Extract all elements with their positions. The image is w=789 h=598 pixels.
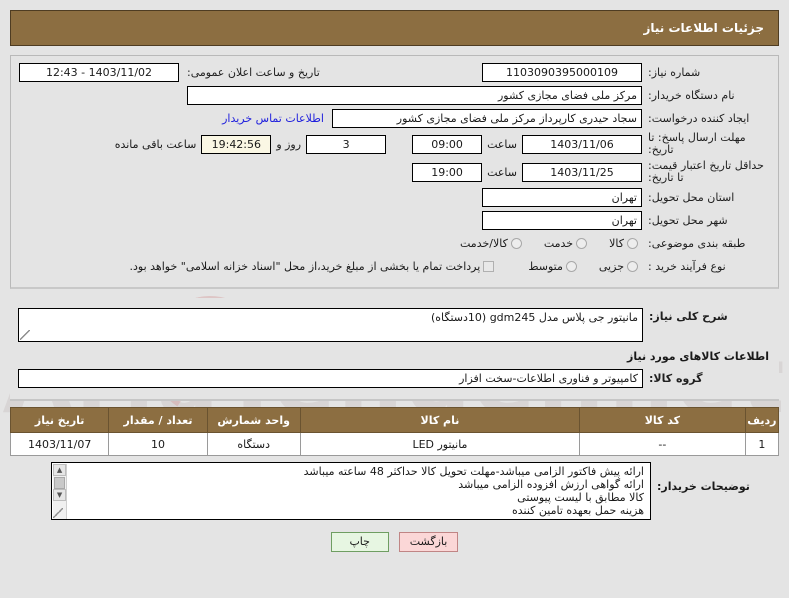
countdown-days[interactable]: 3 (306, 134, 387, 154)
buyer-contact-link[interactable]: اطلاعات تماس خریدار (214, 112, 332, 125)
goods-section-title: اطلاعات کالاهای مورد نیاز (627, 350, 769, 363)
purchase-process-option-motavaset[interactable]: متوسط (528, 260, 581, 273)
checkbox-icon[interactable] (483, 261, 495, 272)
delivery-city-label: شهر محل تحویل: (648, 214, 728, 227)
description-label: شرح کلی نیاز: (649, 310, 728, 323)
cell-name: مانیتور LED (299, 432, 581, 456)
notes-line-1: ارائه گواهی ارزش افزوده الزامی میباشد (458, 478, 644, 491)
goods-table-wrap: ردیف کد کالا نام کالا واحد شمارش تعداد /… (9, 407, 780, 456)
radio-icon[interactable] (565, 261, 577, 272)
subject-category-option-2-label: کالا/خدمت (460, 237, 508, 250)
response-deadline-time[interactable]: 09:00 (412, 134, 483, 154)
goods-table: ردیف کد کالا نام کالا واحد شمارش تعداد /… (9, 407, 780, 456)
requester-label: ایجاد کننده درخواست: (648, 112, 750, 125)
th-qty: تعداد / مقدار (108, 407, 208, 433)
th-date: تاریخ نیاز (9, 407, 110, 433)
countdown-clock: 19:42:56 (201, 134, 272, 154)
th-name: نام کالا (299, 407, 581, 433)
row-price-validity: حداقل تاریخ اعتبار قیمت: تا تاریخ: 1403/… (19, 160, 770, 184)
print-button[interactable]: چاپ (330, 532, 389, 552)
back-button[interactable]: بازگشت (398, 532, 459, 552)
radio-icon[interactable] (627, 261, 638, 272)
row-description: شرح کلی نیاز: مانیتور جی پلاس مدل gdm245… (18, 308, 771, 342)
subject-category-option-1-label: خدمت (543, 237, 574, 250)
price-validity-time[interactable]: 19:00 (412, 162, 483, 182)
notes-label: توضیحات خریدار: (657, 480, 750, 493)
cell-date: 1403/11/07 (9, 432, 110, 456)
description-value: مانیتور جی پلاس مدل gdm245 (10دستگاه) (430, 311, 638, 324)
row-requester: ایجاد کننده درخواست: سجاد حیدری کارپرداز… (19, 109, 770, 128)
table-row: 1 -- مانیتور LED دستگاه 10 1403/11/07 (9, 432, 780, 456)
purchase-process-option-jozi[interactable]: جزیی (599, 260, 642, 273)
th-code: کد کالا (579, 407, 746, 433)
scroll-up-icon[interactable]: ▲ (53, 464, 66, 476)
footer-actions: بازگشت چاپ (0, 532, 789, 552)
countdown-days-label: روز و (276, 137, 302, 151)
goods-group-value[interactable]: کامپیوتر و فناوری اطلاعات-سخت افزار (18, 369, 643, 388)
delivery-city-value[interactable]: تهران (482, 211, 642, 230)
th-unit: واحد شمارش (206, 407, 301, 433)
row-buyer-org: نام دستگاه خریدار: مرکز ملی فضای مجازی ک… (19, 86, 770, 105)
page-root: جزئیات اطلاعات نیاز شماره نیاز: 11030903… (0, 10, 789, 598)
delivery-province-value[interactable]: تهران (482, 188, 642, 207)
response-deadline-time-label: ساعت (487, 137, 517, 151)
resize-grip-icon[interactable] (20, 330, 30, 340)
countdown-remaining-label: ساعت باقی مانده (114, 137, 197, 151)
need-number-value[interactable]: 1103090395000109 (482, 63, 642, 82)
row-delivery-province: استان محل تحویل: تهران (19, 188, 770, 207)
notes-line-3: هزینه حمل بعهده تامین کننده (511, 504, 644, 517)
notes-line-2: کالا مطابق با لیست پیوستی (517, 491, 644, 504)
purchase-process-label: نوع فرآیند خرید : (648, 260, 726, 273)
th-radif: ردیف (744, 407, 780, 433)
row-need-number: شماره نیاز: 1103090395000109 تاریخ و ساع… (19, 63, 770, 82)
cell-code: -- (579, 432, 746, 456)
response-deadline-label: مهلت ارسال پاسخ: تا تاریخ: (648, 131, 746, 156)
description-panel: شرح کلی نیاز: مانیتور جی پلاس مدل gdm245… (10, 298, 779, 401)
row-response-deadline: مهلت ارسال پاسخ: تا تاریخ: 1403/11/06 سا… (19, 132, 770, 156)
radio-icon[interactable] (510, 238, 522, 249)
subject-category-option-khedmat[interactable]: خدمت (544, 237, 591, 250)
goods-group-label: گروه کالا: (649, 372, 703, 385)
notes-panel: توضیحات خریدار: ▲ ▼ ارائه پیش فاکتور الز… (10, 462, 779, 520)
price-validity-label: حداقل تاریخ اعتبار قیمت: تا تاریخ: (648, 159, 764, 184)
buyer-org-value[interactable]: مرکز ملی فضای مجازی کشور (187, 86, 642, 105)
row-goods-group: گروه کالا: کامپیوتر و فناوری اطلاعات-سخت… (18, 369, 771, 388)
subject-category-option-kala-khedmat[interactable]: کالا/خدمت (460, 237, 526, 250)
announce-datetime-label: تاریخ و ساعت اعلان عمومی: (187, 66, 320, 79)
need-info-panel: شماره نیاز: 1103090395000109 تاریخ و ساع… (10, 55, 779, 289)
treasury-bond-checkbox-group[interactable]: پرداخت تمام یا بخشی از مبلغ خرید،از محل … (130, 260, 499, 273)
resize-grip-icon[interactable] (53, 508, 63, 518)
price-validity-time-label: ساعت (487, 165, 517, 179)
delivery-province-label: استان محل تحویل: (648, 191, 735, 204)
price-validity-date[interactable]: 1403/11/25 (522, 162, 642, 182)
page-title: جزئیات اطلاعات نیاز (643, 21, 764, 35)
description-textarea[interactable]: مانیتور جی پلاس مدل gdm245 (10دستگاه) (18, 308, 643, 342)
row-purchase-process: نوع فرآیند خرید : جزیی متوسط پرداخت تمام… (19, 257, 770, 276)
need-number-label: شماره نیاز: (648, 66, 701, 79)
subject-category-option-0-label: کالا (609, 237, 624, 250)
scroll-down-icon[interactable]: ▼ (53, 489, 66, 501)
table-header-row: ردیف کد کالا نام کالا واحد شمارش تعداد /… (9, 407, 780, 433)
row-subject-category: طبقه بندی موضوعی: کالا خدمت کالا/خدمت (19, 234, 770, 253)
announce-datetime-value[interactable]: 1403/11/02 - 12:43 (19, 63, 179, 82)
purchase-process-option-1-label: متوسط (528, 260, 563, 273)
cell-qty: 10 (108, 432, 208, 456)
page-header: جزئیات اطلاعات نیاز (10, 10, 779, 46)
radio-icon[interactable] (576, 238, 588, 249)
subject-category-label: طبقه بندی موضوعی: (648, 237, 746, 250)
cell-unit: دستگاه (206, 432, 301, 456)
buyer-org-label: نام دستگاه خریدار: (648, 89, 735, 102)
requester-value[interactable]: سجاد حیدری کارپرداز مرکز ملی فضای مجازی … (332, 109, 642, 128)
subject-category-option-kala[interactable]: کالا (609, 237, 642, 250)
row-delivery-city: شهر محل تحویل: تهران (19, 211, 770, 230)
notes-textarea[interactable]: ▲ ▼ ارائه پیش فاکتور الزامی میباشد-مهلت … (51, 462, 651, 520)
cell-radif: 1 (744, 432, 780, 456)
purchase-process-option-0-label: جزیی (598, 260, 624, 273)
treasury-bond-note: پرداخت تمام یا بخشی از مبلغ خرید،از محل … (129, 260, 481, 273)
radio-icon[interactable] (627, 238, 638, 249)
notes-line-0: ارائه پیش فاکتور الزامی میباشد-مهلت تحوی… (303, 465, 644, 478)
scrollbar-thumb[interactable] (54, 477, 65, 489)
response-deadline-date[interactable]: 1403/11/06 (522, 134, 642, 154)
